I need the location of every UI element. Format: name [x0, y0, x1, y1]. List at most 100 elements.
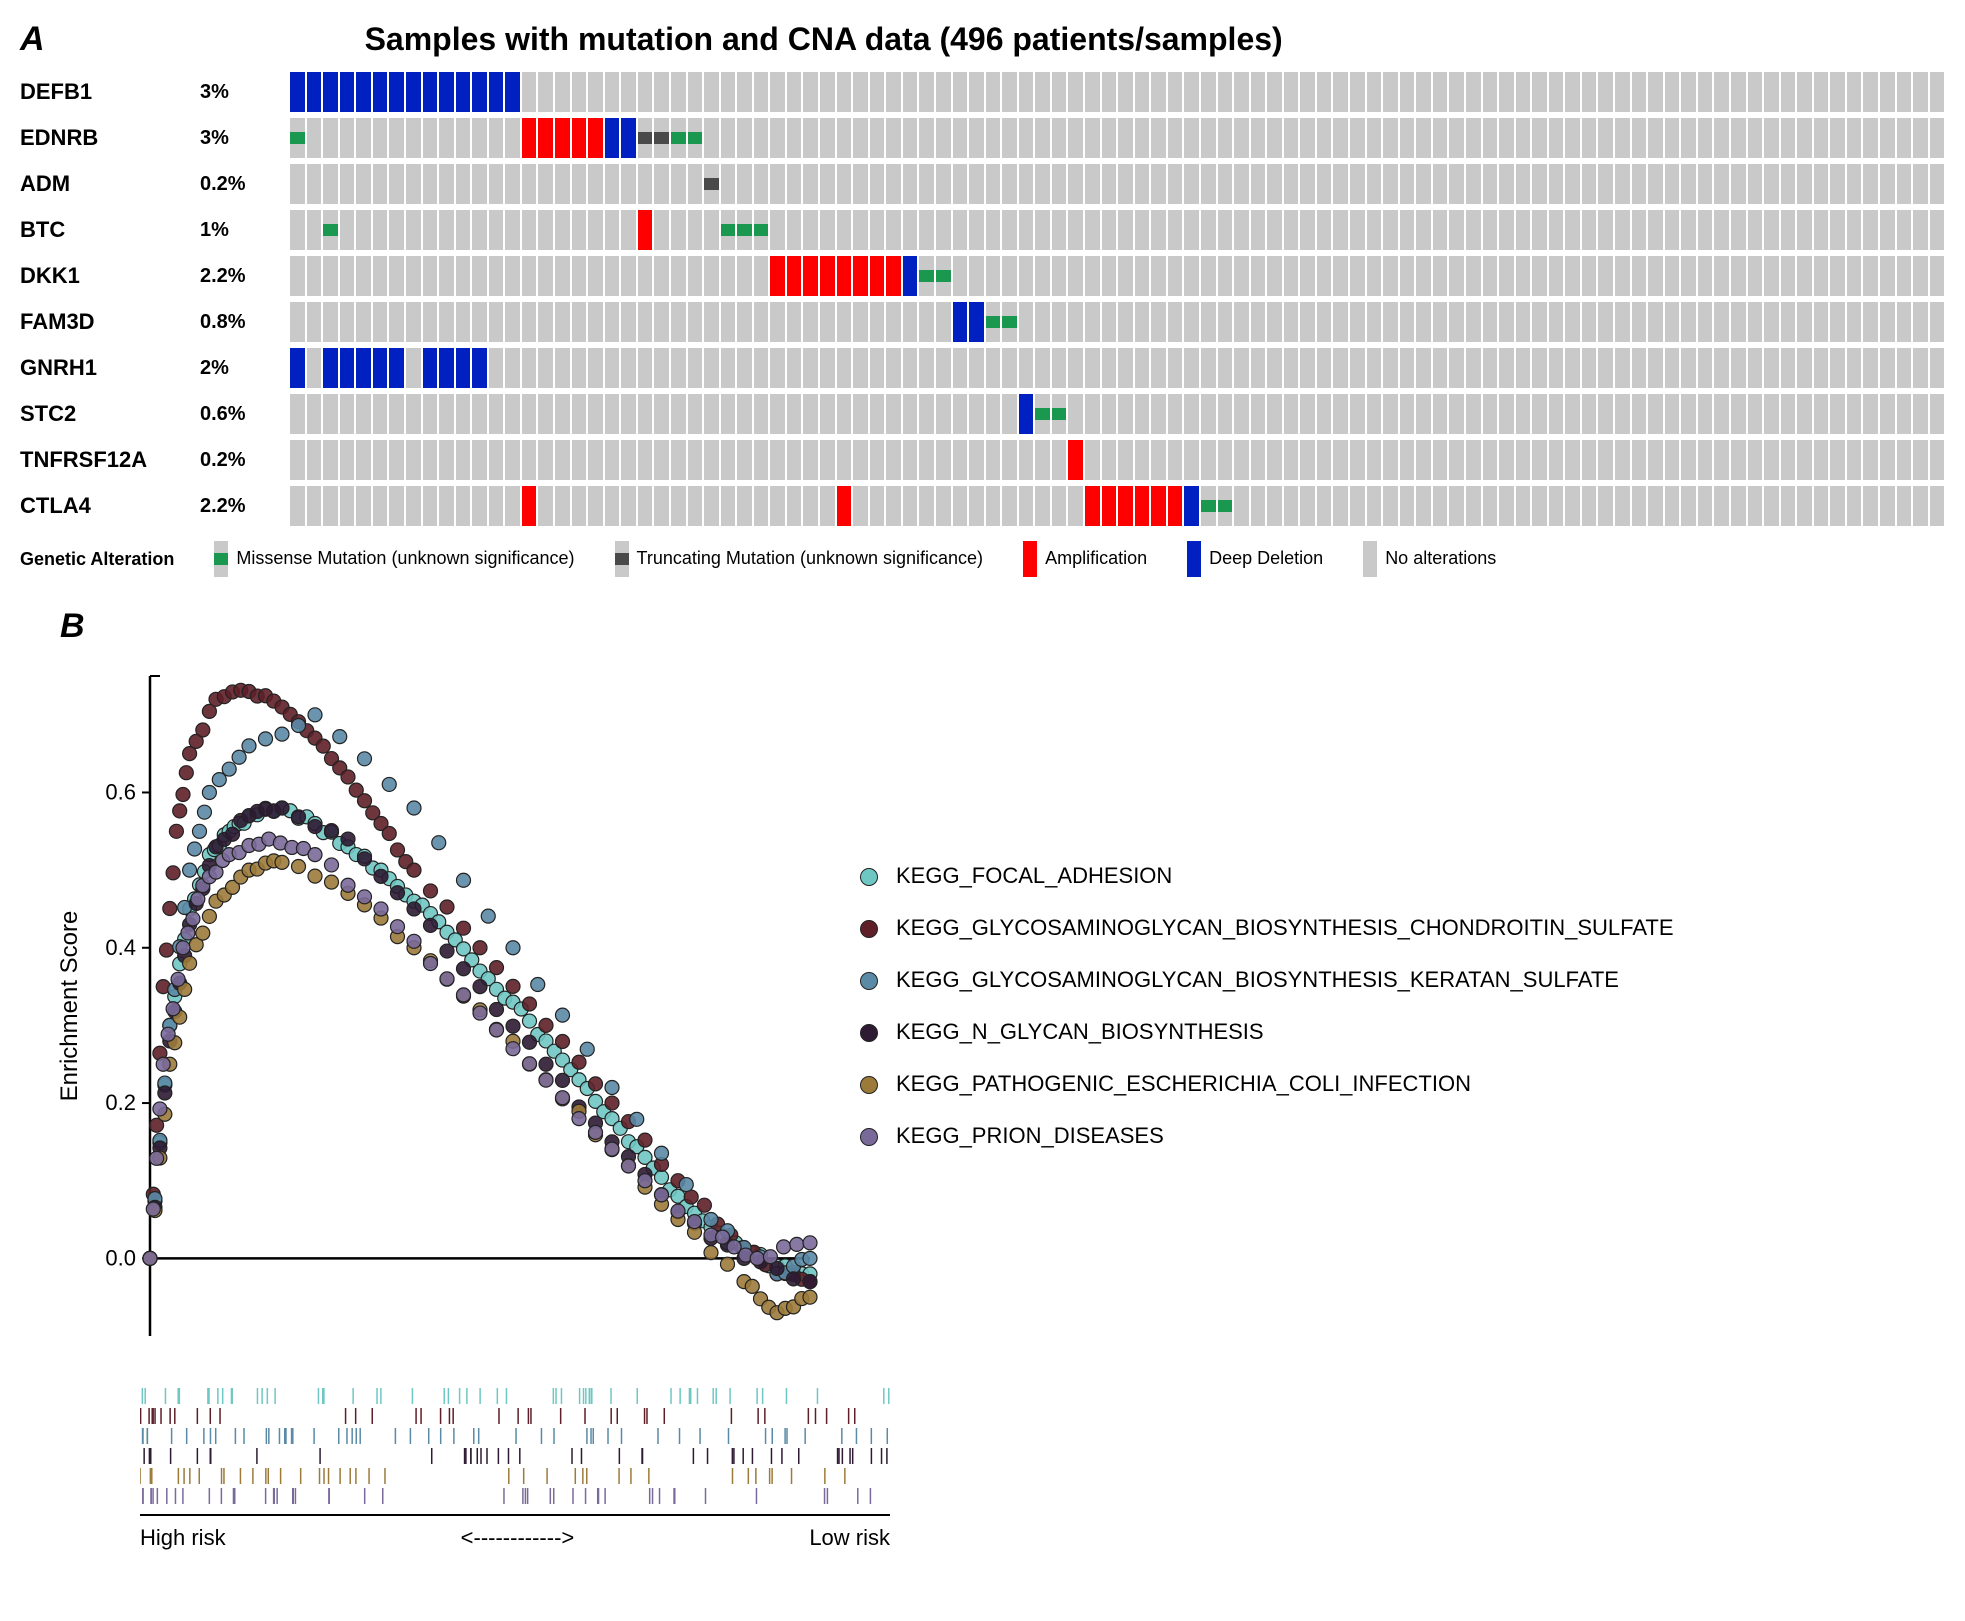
- oncoprint-cell: [489, 394, 504, 434]
- oncoprint-cell: [1913, 486, 1928, 526]
- oncoprint-cell: [505, 256, 520, 296]
- oncoprint-cell: [373, 302, 388, 342]
- oncoprint-cell: [1698, 72, 1713, 112]
- gsea-legend-item: KEGG_FOCAL_ADHESION: [860, 850, 1674, 902]
- oncoprint-cell: [340, 394, 355, 434]
- oncoprint-cell: [1880, 440, 1895, 480]
- oncoprint-cell: [1433, 256, 1448, 296]
- oncoprint-cell: [1632, 256, 1647, 296]
- oncoprint-cell: [1019, 210, 1034, 250]
- oncoprint-cell: [588, 72, 603, 112]
- oncoprint-cell: [1068, 486, 1083, 526]
- oncoprint-cell: [439, 72, 454, 112]
- oncoprint-cell: [1416, 348, 1431, 388]
- legend-dot: [860, 1024, 878, 1042]
- oncoprint-cell: [1698, 302, 1713, 342]
- oncoprint-cell: [754, 440, 769, 480]
- gene-pct: 2.2%: [200, 483, 280, 529]
- oncoprint-cell: [870, 118, 885, 158]
- oncoprint-cell: [1582, 118, 1597, 158]
- gene-name: BTC: [20, 207, 190, 253]
- oncoprint-cell: [986, 348, 1001, 388]
- oncoprint-cell: [1897, 72, 1912, 112]
- oncoprint-cell: [638, 210, 653, 250]
- oncoprint-cell: [356, 486, 371, 526]
- oncoprint-cell: [1731, 394, 1746, 434]
- oncoprint-cell: [1019, 72, 1034, 112]
- oncoprint-cell: [1019, 302, 1034, 342]
- oncoprint-cell: [621, 394, 636, 434]
- oncoprint-cell: [919, 394, 934, 434]
- oncoprint-cell: [953, 210, 968, 250]
- oncoprint-cell: [538, 164, 553, 204]
- oncoprint-cell: [307, 440, 322, 480]
- oncoprint-cell: [1897, 348, 1912, 388]
- oncoprint-cell: [1317, 486, 1332, 526]
- oncoprint-cell: [340, 72, 355, 112]
- oncoprint-cell: [1532, 348, 1547, 388]
- oncoprint-cell: [770, 118, 785, 158]
- oncoprint-cell: [1830, 394, 1845, 434]
- oncoprint-cell: [1930, 394, 1945, 434]
- oncoprint-cell: [1814, 72, 1829, 112]
- oncoprint-cell: [1201, 348, 1216, 388]
- oncoprint-cell: [1731, 256, 1746, 296]
- gene-name: CTLA4: [20, 483, 190, 529]
- svg-text:0.6: 0.6: [105, 779, 136, 804]
- oncoprint-cell: [1449, 348, 1464, 388]
- oncoprint-cell: [1284, 302, 1299, 342]
- oncoprint-cell: [1234, 72, 1249, 112]
- oncoprint-cell: [1068, 256, 1083, 296]
- oncoprint-cell: [1532, 72, 1547, 112]
- xaxis-arrow: <------------>: [461, 1525, 575, 1551]
- oncoprint-cell: [1433, 394, 1448, 434]
- oncoprint-cell: [1565, 72, 1580, 112]
- oncoprint-cell: [1565, 486, 1580, 526]
- oncoprint-cell: [1698, 118, 1713, 158]
- oncoprint-cell: [323, 118, 338, 158]
- oncoprint-cell: [986, 164, 1001, 204]
- oncoprint-cell: [1632, 394, 1647, 434]
- oncoprint-cell: [538, 118, 553, 158]
- oncoprint-cell: [1367, 302, 1382, 342]
- oncoprint-cell: [1466, 72, 1481, 112]
- oncoprint-cell: [1234, 486, 1249, 526]
- oncoprint-cell: [472, 210, 487, 250]
- oncoprint-cell: [654, 302, 669, 342]
- oncoprint-cell: [886, 118, 901, 158]
- oncoprint-cell: [1035, 394, 1050, 434]
- gene-pct: 3%: [200, 115, 280, 161]
- oncoprint-cell: [1499, 256, 1514, 296]
- oncoprint-cell: [373, 118, 388, 158]
- oncoprint-cell: [953, 72, 968, 112]
- oncoprint-cell: [969, 348, 984, 388]
- oncoprint-cell: [754, 118, 769, 158]
- oncoprint-cell: [621, 164, 636, 204]
- oncoprint-cell: [671, 256, 686, 296]
- oncoprint-cell: [837, 164, 852, 204]
- oncoprint-cell: [1598, 394, 1613, 434]
- oncoprint-cell: [688, 164, 703, 204]
- oncoprint-cell: [1632, 72, 1647, 112]
- oncoprint-cell: [1002, 118, 1017, 158]
- oncoprint-cell: [1847, 210, 1862, 250]
- oncoprint-cell: [1168, 164, 1183, 204]
- oncoprint-cell: [1797, 302, 1812, 342]
- gsea-legend-item: KEGG_PATHOGENIC_ESCHERICHIA_COLI_INFECTI…: [860, 1058, 1674, 1110]
- panel-a-label: A: [20, 20, 45, 59]
- oncoprint-cell: [323, 72, 338, 112]
- oncoprint-cell: [1466, 118, 1481, 158]
- oncoprint-cell: [936, 486, 951, 526]
- oncoprint-cell: [307, 348, 322, 388]
- oncoprint-cell: [1648, 394, 1663, 434]
- oncoprint-cell: [721, 348, 736, 388]
- oncoprint-cell: [853, 256, 868, 296]
- oncoprint-cell: [538, 394, 553, 434]
- oncoprint-cell: [505, 394, 520, 434]
- oncoprint-cell: [853, 118, 868, 158]
- oncoprint-cell: [1350, 164, 1365, 204]
- oncoprint-cell: [986, 72, 1001, 112]
- oncoprint-cell: [721, 118, 736, 158]
- oncoprint-cell: [638, 394, 653, 434]
- oncoprint-cell: [1151, 394, 1166, 434]
